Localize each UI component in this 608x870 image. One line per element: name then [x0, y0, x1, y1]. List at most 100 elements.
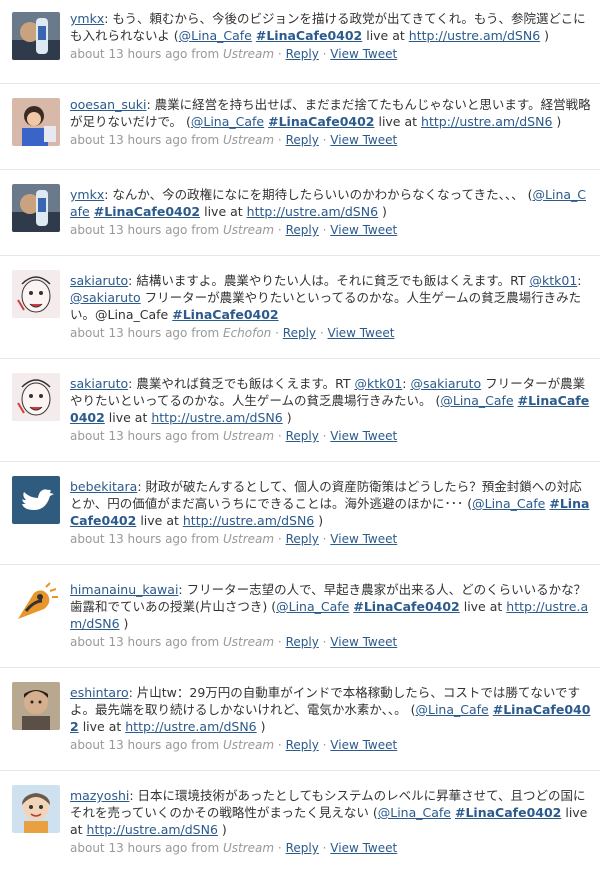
- tweet-meta: about 13 hours ago from Echofon · Reply …: [70, 326, 395, 340]
- hashtag-link[interactable]: #LinaCafe0402: [353, 599, 459, 614]
- tweet-source: Ustream: [222, 738, 275, 752]
- closing-paren: ): [282, 410, 292, 425]
- avatar[interactable]: [12, 579, 60, 627]
- tweet-meta: about 13 hours ago from Ustream · Reply …: [70, 223, 398, 237]
- tweet-text: ooesan_suki: 農業に経営を持ち出せば、まだまだ捨てたもんじゃないと思…: [70, 97, 591, 129]
- reply-link[interactable]: Reply: [286, 47, 319, 61]
- live-at-text: live at: [378, 114, 418, 129]
- tweet-item: eshintaro: 片山tw：29万円の自動車がインドで本格稼動したら、コスト…: [0, 668, 600, 771]
- tweet-item: sakiaruto: 結構いますよ。農業やりたい人は。それに貧乏でも飯はくえます…: [0, 256, 600, 359]
- tweet-username[interactable]: sakiaruto: [70, 376, 128, 391]
- tweet-timestamp: about 13 hours ago: [70, 47, 188, 61]
- hashtag-link[interactable]: #LinaCafe0402: [455, 805, 561, 820]
- tweet-source: Ustream: [222, 47, 275, 61]
- tweet-username[interactable]: ooesan_suki: [70, 97, 146, 112]
- tweet-source: Ustream: [222, 133, 275, 147]
- source-prefix: from: [191, 223, 220, 237]
- hashtag-link[interactable]: #LinaCafe0402: [94, 204, 200, 219]
- tweet-meta: about 13 hours ago from Ustream · Reply …: [70, 532, 398, 546]
- view-tweet-link[interactable]: View Tweet: [330, 635, 397, 649]
- tweet-text: mazyoshi: 日本に環境技術があったとしてもシステムのレベルに昇華させて、…: [70, 788, 588, 837]
- mention-link[interactable]: @Lina_Cafe: [440, 393, 513, 408]
- ustream-url-link[interactable]: http://ustre.am/dSN6: [247, 204, 378, 219]
- avatar[interactable]: [12, 12, 60, 60]
- mention-link[interactable]: @Lina_Cafe: [472, 496, 545, 511]
- ustream-url-link[interactable]: http://ustre.am/dSN6: [409, 28, 540, 43]
- tweet-item: himanainu_kawai: フリーター志望の人で、早起き農家が出来る人、ど…: [0, 565, 600, 668]
- view-tweet-link[interactable]: View Tweet: [330, 841, 397, 855]
- tweet-item: ymkx: もう、頼むから、今後のビジョンを描ける政党が出てきてくれ。もう、参院…: [0, 0, 600, 84]
- mention-link[interactable]: @Lina_Cafe: [378, 805, 451, 820]
- tweet-text: ymkx: なんか、今の政権になにを期待したらいいのかわからなくなってきた、、、…: [70, 187, 587, 219]
- closing-paren: ): [314, 513, 324, 528]
- tweet-username[interactable]: eshintaro: [70, 685, 129, 700]
- tweet-item: ymkx: なんか、今の政権になにを期待したらいいのかわからなくなってきた、、、…: [0, 170, 600, 256]
- retweet-user-link[interactable]: @ktk01: [529, 273, 577, 288]
- reply-link[interactable]: Reply: [286, 738, 319, 752]
- live-at-text: live at: [366, 28, 405, 43]
- tweet-text: sakiaruto: 結構いますよ。農業やりたい人は。それに貧乏でも飯はくえます…: [70, 273, 582, 322]
- hashtag-link[interactable]: #LinaCafe0402: [256, 28, 362, 43]
- reply-link[interactable]: Reply: [286, 223, 319, 237]
- tweet-item: bebekitara: 財政が破たんするとして、個人の資産防衛策はどうしたら？預…: [0, 462, 600, 565]
- avatar[interactable]: [12, 270, 60, 318]
- mention-link[interactable]: @sakiaruto: [70, 290, 141, 305]
- tweet-item: mazyoshi: 日本に環境技術があったとしてもシステムのレベルに昇華させて、…: [0, 771, 600, 870]
- tweet-timestamp: about 13 hours ago: [70, 841, 188, 855]
- avatar[interactable]: [12, 98, 60, 146]
- reply-link[interactable]: Reply: [286, 133, 319, 147]
- avatar[interactable]: [12, 373, 60, 421]
- tweet-username[interactable]: ymkx: [70, 11, 104, 26]
- reply-link[interactable]: Reply: [286, 841, 319, 855]
- avatar[interactable]: [12, 184, 60, 232]
- mention-link[interactable]: @Lina_Cafe: [179, 28, 252, 43]
- mention-link[interactable]: @Lina_Cafe: [191, 114, 264, 129]
- view-tweet-link[interactable]: View Tweet: [330, 47, 397, 61]
- tweet-username[interactable]: bebekitara: [70, 479, 137, 494]
- closing-paren: ): [119, 616, 129, 631]
- mention-link[interactable]: @sakiaruto: [410, 376, 481, 391]
- mention-link[interactable]: @Lina_Cafe: [416, 702, 489, 717]
- avatar[interactable]: [12, 682, 60, 730]
- ustream-url-link[interactable]: http://ustre.am/dSN6: [151, 410, 282, 425]
- avatar[interactable]: [12, 785, 60, 833]
- tweet-item: ooesan_suki: 農業に経営を持ち出せば、まだまだ捨てたもんじゃないと思…: [0, 84, 600, 170]
- view-tweet-link[interactable]: View Tweet: [328, 326, 395, 340]
- ustream-url-link[interactable]: http://ustre.am/dSN6: [87, 822, 218, 837]
- source-prefix: from: [191, 841, 220, 855]
- tweet-username[interactable]: mazyoshi: [70, 788, 129, 803]
- view-tweet-link[interactable]: View Tweet: [330, 738, 397, 752]
- source-prefix: from: [191, 635, 220, 649]
- live-at-text: live at: [140, 513, 179, 528]
- view-tweet-link[interactable]: View Tweet: [330, 429, 397, 443]
- view-tweet-link[interactable]: View Tweet: [330, 223, 397, 237]
- reply-link[interactable]: Reply: [286, 532, 319, 546]
- avatar[interactable]: [12, 476, 60, 524]
- tweet-timestamp: about 13 hours ago: [70, 532, 188, 546]
- live-at-text: live at: [463, 599, 503, 614]
- reply-link[interactable]: Reply: [283, 326, 316, 340]
- tweet-source: Ustream: [222, 223, 275, 237]
- tweet-meta: about 13 hours ago from Ustream · Reply …: [70, 635, 398, 649]
- mention-link[interactable]: @Lina_Cafe: [276, 599, 349, 614]
- tweet-body: 農業やれば貧乏でも飯はくえます。RT: [136, 376, 355, 391]
- source-prefix: from: [191, 133, 220, 147]
- reply-link[interactable]: Reply: [286, 635, 319, 649]
- reply-link[interactable]: Reply: [286, 429, 319, 443]
- tweet-meta: about 13 hours ago from Ustream · Reply …: [70, 429, 398, 443]
- view-tweet-link[interactable]: View Tweet: [330, 532, 397, 546]
- tweet-username[interactable]: himanainu_kawai: [70, 582, 178, 597]
- closing-paren: ): [256, 719, 266, 734]
- hashtag-link[interactable]: #LinaCafe0402: [172, 307, 278, 322]
- tweet-username[interactable]: ymkx: [70, 187, 104, 202]
- closing-paren: ): [378, 204, 387, 219]
- tweet-source: Echofon: [222, 326, 272, 340]
- ustream-url-link[interactable]: http://ustre.am/dSN6: [421, 114, 552, 129]
- ustream-url-link[interactable]: http://ustre.am/dSN6: [183, 513, 314, 528]
- tweet-username[interactable]: sakiaruto: [70, 273, 128, 288]
- hashtag-link[interactable]: #LinaCafe0402: [268, 114, 374, 129]
- ustream-url-link[interactable]: http://ustre.am/dSN6: [125, 719, 256, 734]
- retweet-user-link[interactable]: @ktk01: [354, 376, 402, 391]
- tweet-text: himanainu_kawai: フリーター志望の人で、早起き農家が出来る人、ど…: [70, 582, 589, 631]
- view-tweet-link[interactable]: View Tweet: [330, 133, 397, 147]
